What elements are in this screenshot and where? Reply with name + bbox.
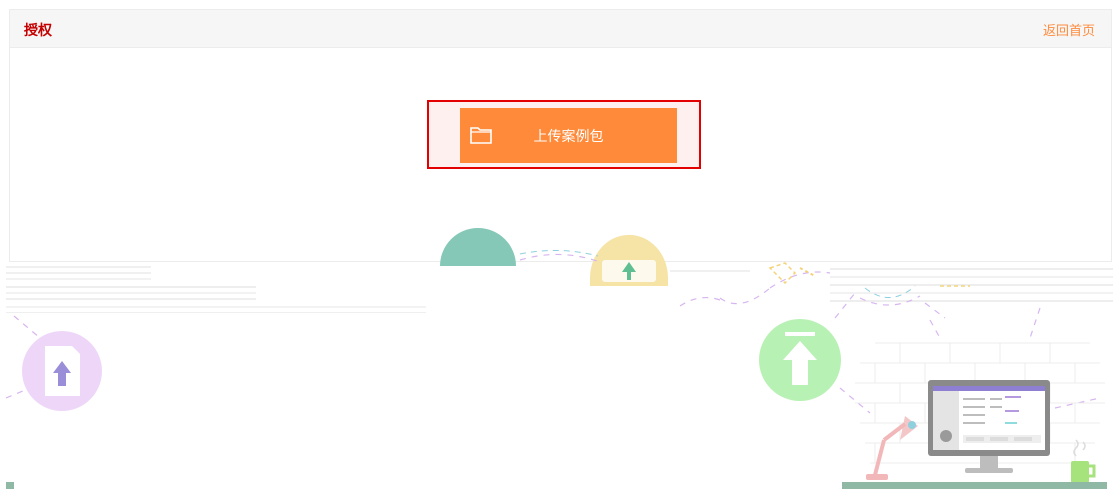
return-home-link[interactable]: 返回首页 xyxy=(1043,20,1095,39)
folder-icon xyxy=(470,127,492,144)
upload-case-package-button[interactable]: 上传案例包 xyxy=(460,108,677,163)
panel-header: 授权 返回首页 xyxy=(10,10,1111,48)
glitch-stripes xyxy=(6,266,1113,313)
mug-icon xyxy=(1071,439,1096,483)
document-upload-icon xyxy=(22,331,102,411)
page-title: 授权 xyxy=(24,23,52,39)
green-upload-icon xyxy=(759,319,841,401)
illustration-svg xyxy=(5,228,1113,489)
upload-highlight-frame: 上传案例包 xyxy=(427,100,701,169)
teal-circle-icon xyxy=(440,228,516,266)
desk-surface xyxy=(842,482,1107,489)
monitor-icon xyxy=(928,380,1050,473)
upload-button-label: 上传案例包 xyxy=(533,128,604,145)
desk-lamp-icon xyxy=(866,416,918,480)
authorization-panel: 授权 返回首页 上传案例包 xyxy=(9,9,1112,262)
decorative-illustration xyxy=(0,228,1115,489)
